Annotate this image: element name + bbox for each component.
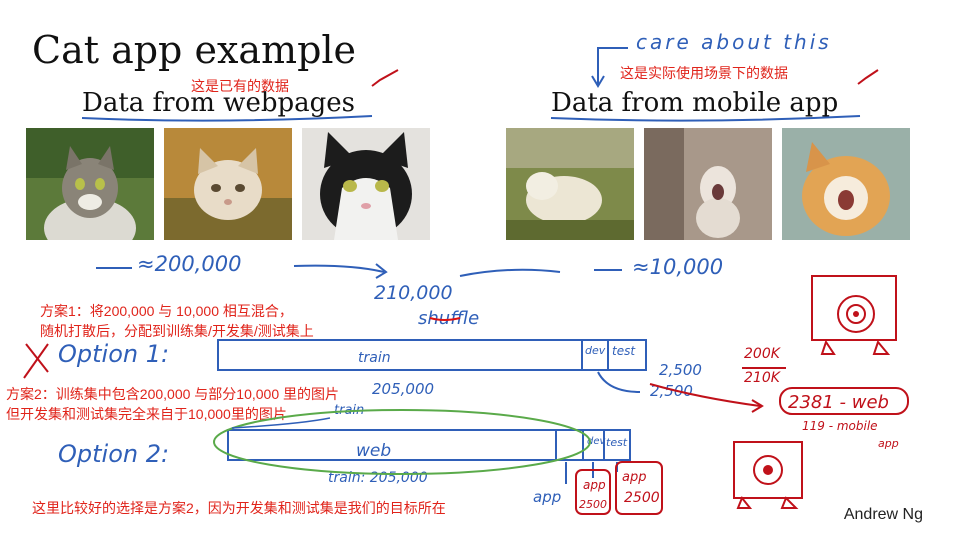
cross-icon bbox=[23, 343, 49, 379]
check-mark-icon bbox=[371, 69, 399, 87]
web-count-box bbox=[779, 387, 909, 415]
heading-mobile-underline bbox=[550, 115, 861, 122]
check-mark-icon bbox=[857, 69, 879, 85]
arrow-icon bbox=[649, 383, 761, 407]
phone-sketch-icon bbox=[780, 496, 799, 509]
phone-sketch-icon bbox=[872, 339, 891, 355]
annotation-ink-layer bbox=[23, 47, 909, 515]
arrow-icon bbox=[597, 371, 641, 393]
phone-sketch-icon bbox=[853, 311, 859, 317]
heading-webpages-underline bbox=[81, 115, 373, 122]
phone-sketch-icon bbox=[736, 496, 753, 509]
arrow-icon bbox=[459, 268, 561, 277]
phone-sketch-icon bbox=[763, 465, 773, 475]
arrow-icon bbox=[293, 264, 385, 273]
option2-web-highlight bbox=[213, 409, 591, 475]
test-count-box bbox=[615, 461, 663, 515]
shuffle-underline bbox=[429, 317, 461, 321]
phone-sketch-icon bbox=[820, 339, 836, 355]
phone-sketch-icon bbox=[811, 275, 897, 341]
